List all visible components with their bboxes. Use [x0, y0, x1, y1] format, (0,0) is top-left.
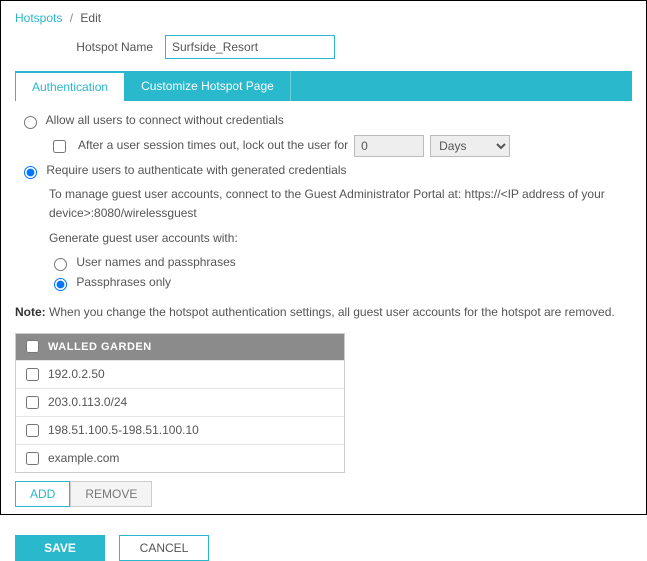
row-checkbox[interactable]	[26, 452, 39, 465]
tab-customize[interactable]: Customize Hotspot Page	[125, 71, 291, 101]
radio-userpass[interactable]	[54, 258, 67, 271]
opt-userpass[interactable]: User names and passphrases	[49, 255, 236, 269]
checkbox-lockout[interactable]	[53, 140, 66, 153]
table-row[interactable]: example.com	[16, 444, 344, 472]
row-value: 192.0.2.50	[48, 367, 105, 381]
breadcrumb-root[interactable]: Hotspots	[15, 11, 62, 25]
row-checkbox[interactable]	[26, 368, 39, 381]
manage-text: To manage guest user accounts, connect t…	[49, 185, 632, 223]
opt-require-label: Require users to authenticate with gener…	[46, 163, 346, 177]
note-label: Note:	[15, 305, 46, 319]
table-row[interactable]: 198.51.100.5-198.51.100.10	[16, 416, 344, 444]
row-value: 198.51.100.5-198.51.100.10	[48, 423, 199, 437]
lockout-label: After a user session times out, lock out…	[78, 136, 348, 155]
note: Note: When you change the hotspot authen…	[15, 305, 632, 319]
opt-passonly[interactable]: Passphrases only	[49, 275, 171, 289]
breadcrumb: Hotspots / Edit	[15, 11, 632, 25]
opt-allow-all-label: Allow all users to connect without crede…	[46, 113, 284, 127]
hotspot-name-input[interactable]	[165, 35, 335, 59]
walled-garden-table: WALLED GARDEN 192.0.2.50 203.0.113.0/24 …	[15, 333, 345, 473]
row-value: example.com	[48, 451, 119, 465]
breadcrumb-sep: /	[70, 11, 73, 25]
save-button[interactable]: SAVE	[15, 535, 105, 561]
radio-require-auth[interactable]	[24, 166, 37, 179]
table-select-all[interactable]	[26, 340, 39, 353]
opt-require-auth[interactable]: Require users to authenticate with gener…	[19, 163, 347, 177]
lockout-value-input[interactable]	[354, 135, 424, 157]
note-text: When you change the hotspot authenticati…	[49, 305, 615, 319]
tab-authentication[interactable]: Authentication	[15, 71, 125, 101]
lockout-unit-select[interactable]: Days	[430, 135, 510, 157]
table-header: WALLED GARDEN	[48, 341, 152, 353]
row-checkbox[interactable]	[26, 396, 39, 409]
table-row[interactable]: 203.0.113.0/24	[16, 388, 344, 416]
add-button[interactable]: ADD	[15, 481, 70, 507]
row-checkbox[interactable]	[26, 424, 39, 437]
generate-label: Generate guest user accounts with:	[49, 229, 632, 248]
cancel-button[interactable]: CANCEL	[119, 535, 209, 561]
table-row[interactable]: 192.0.2.50	[16, 360, 344, 388]
row-value: 203.0.113.0/24	[48, 395, 127, 409]
opt-passonly-label: Passphrases only	[76, 275, 171, 289]
opt-userpass-label: User names and passphrases	[76, 255, 235, 269]
radio-passonly[interactable]	[54, 278, 67, 291]
opt-allow-all[interactable]: Allow all users to connect without crede…	[19, 113, 284, 127]
tabstrip: Authentication Customize Hotspot Page	[15, 71, 632, 101]
radio-allow-all[interactable]	[24, 116, 37, 129]
remove-button[interactable]: REMOVE	[70, 481, 152, 507]
hotspot-name-label: Hotspot Name	[15, 40, 165, 54]
breadcrumb-current: Edit	[80, 11, 101, 25]
